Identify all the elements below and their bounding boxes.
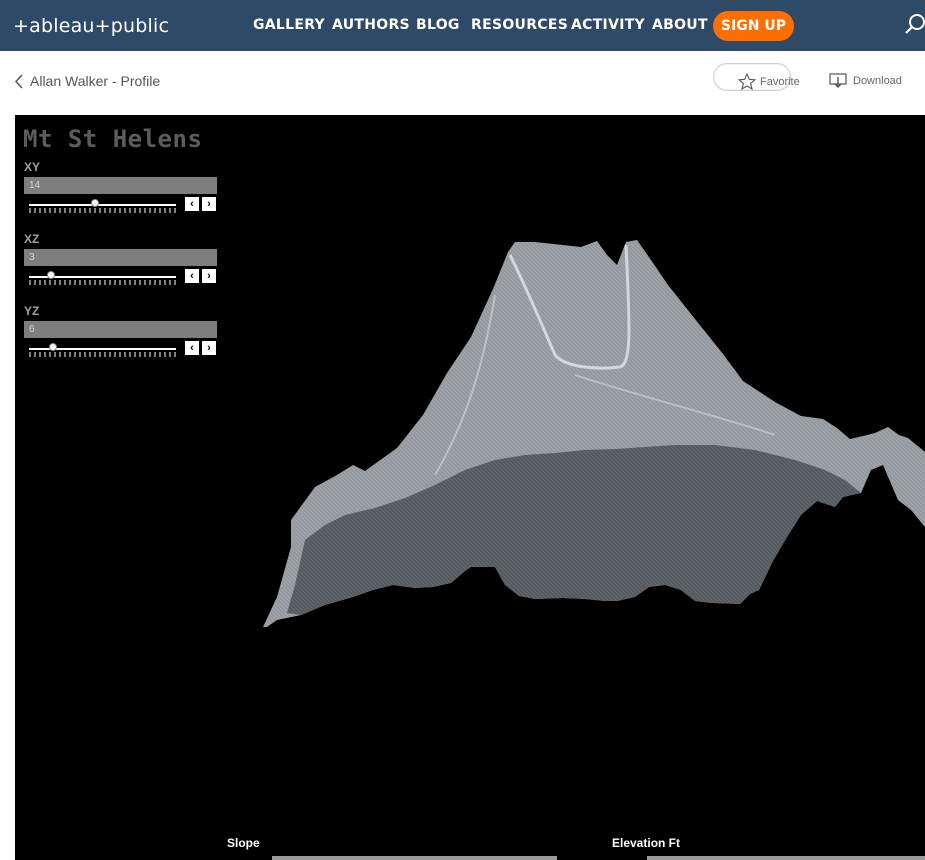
parameter-slider-row: ‹ › xyxy=(24,340,220,360)
slider-thumb[interactable] xyxy=(91,199,99,207)
parameter-label: YZ xyxy=(24,304,40,318)
top-navigation-bar: +ableau+public GALLERY AUTHORS BLOG RESO… xyxy=(0,0,925,51)
back-link-label: Allan Walker - Profile xyxy=(30,73,161,89)
nav-item-about[interactable]: ABOUT xyxy=(652,17,708,33)
step-forward-button[interactable]: › xyxy=(202,269,216,283)
elevation-legend-bar xyxy=(647,856,925,860)
parameter-slider-row: ‹ › xyxy=(24,268,220,288)
slope-legend-title: Slope xyxy=(227,836,260,850)
elevation-legend-title: Elevation Ft xyxy=(612,836,681,850)
parameter-value-field[interactable]: 14 xyxy=(24,177,217,194)
slope-legend-bar xyxy=(272,856,557,860)
step-forward-button[interactable]: › xyxy=(202,341,216,355)
tableau-public-logo[interactable]: +ableau+public xyxy=(13,15,169,37)
step-forward-button[interactable]: › xyxy=(202,197,216,211)
mountain-3d-plot xyxy=(263,240,925,627)
parameter-slider-row: ‹ › xyxy=(24,196,220,216)
viz-canvas[interactable]: Mt St Helens XY 14 ‹ › XZ 3 ‹ › YZ 6 ‹ ›… xyxy=(15,115,925,860)
back-to-profile-link[interactable]: Allan Walker - Profile xyxy=(15,73,160,89)
slider-ticks xyxy=(29,352,176,357)
download-label: Download xyxy=(853,75,902,87)
viz-title: Mt St Helens xyxy=(23,125,203,153)
nav-item-resources[interactable]: RESOURCES xyxy=(471,17,568,33)
step-back-button[interactable]: ‹ xyxy=(185,269,199,283)
nav-item-blog[interactable]: BLOG xyxy=(416,17,460,33)
search-icon[interactable] xyxy=(905,13,925,35)
slider-thumb[interactable] xyxy=(47,271,55,279)
step-back-button[interactable]: ‹ xyxy=(185,341,199,355)
parameter-xy: XY 14 ‹ › xyxy=(24,160,220,216)
parameter-label: XZ xyxy=(24,232,40,246)
step-back-button[interactable]: ‹ xyxy=(185,197,199,211)
slider-thumb[interactable] xyxy=(49,343,57,351)
parameter-label: XY xyxy=(24,160,41,174)
parameter-value-field[interactable]: 3 xyxy=(24,249,217,266)
download-icon xyxy=(829,73,847,88)
chevron-left-icon xyxy=(15,73,23,89)
star-icon xyxy=(738,73,756,90)
slider-ticks xyxy=(29,208,176,213)
nav-item-activity[interactable]: ACTIVITY xyxy=(571,17,645,33)
sign-up-button[interactable]: SIGN UP xyxy=(713,11,794,41)
favorite-button[interactable]: Favorite xyxy=(738,73,800,90)
favorite-label: Favorite xyxy=(760,75,800,88)
slider-ticks xyxy=(29,280,176,285)
slider-track[interactable] xyxy=(29,204,176,206)
parameter-xz: XZ 3 ‹ › xyxy=(24,232,220,288)
nav-item-gallery[interactable]: GALLERY xyxy=(253,17,325,33)
parameter-value-field[interactable]: 6 xyxy=(24,321,217,338)
nav-item-authors[interactable]: AUTHORS xyxy=(332,17,410,33)
parameter-yz: YZ 6 ‹ › xyxy=(24,304,220,360)
download-button[interactable]: Download xyxy=(829,73,902,89)
